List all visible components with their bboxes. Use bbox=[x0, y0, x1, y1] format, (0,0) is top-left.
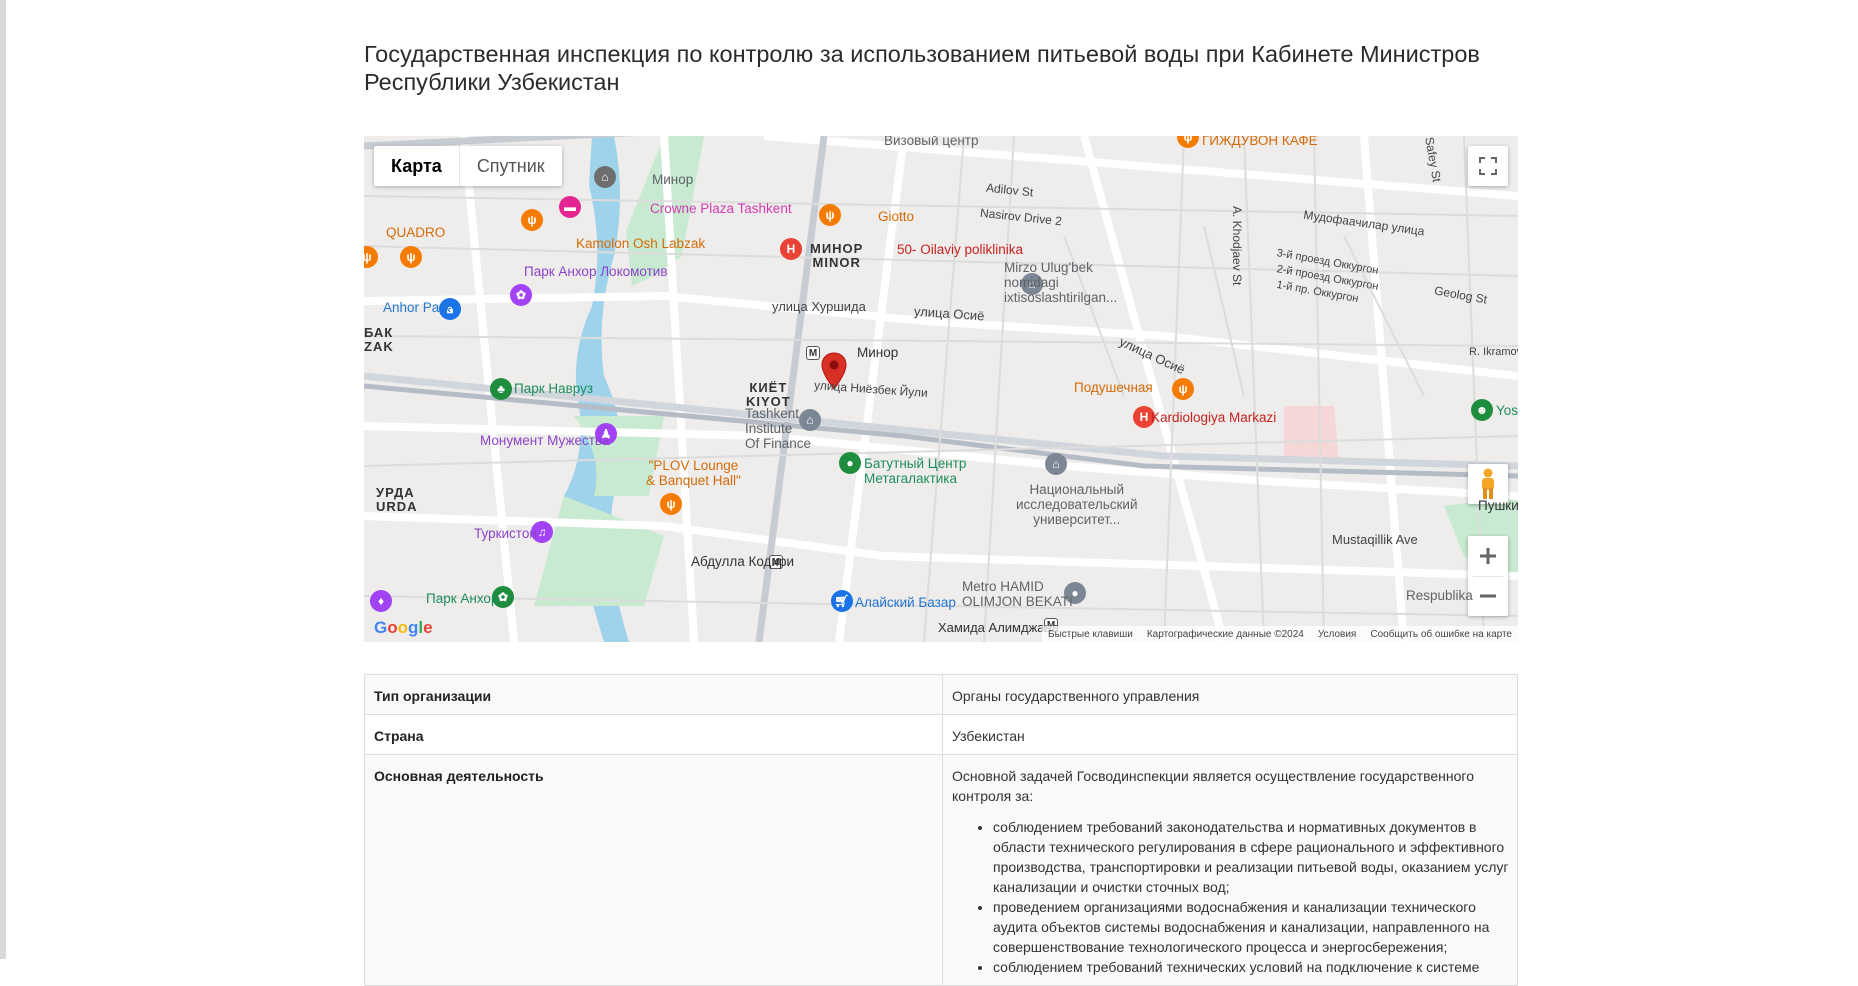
map-data-credit: Картографические данные ©2024 bbox=[1146, 628, 1304, 640]
label-mirzo-school: Mirzo Ulug'bek nomidagi ixtisoslashtiril… bbox=[1004, 260, 1118, 305]
label-metro-hamid: Metro HAMID OLIMJON BEKATI bbox=[962, 579, 1073, 609]
table-row: Страна Узбекистан bbox=[364, 714, 1518, 755]
plov-restaurant-icon: ψ bbox=[660, 493, 682, 515]
zoom-out-button[interactable] bbox=[1468, 576, 1508, 616]
label-giotto: Giotto bbox=[878, 209, 915, 224]
zoom-in-button[interactable] bbox=[1468, 536, 1508, 576]
report-map-error-link[interactable]: Сообщить об ошибке на карте bbox=[1370, 629, 1512, 640]
label-batut-center: Батутный Центр Метагалактика bbox=[864, 456, 967, 486]
label-park-navruz: Парк Навруз bbox=[514, 381, 594, 396]
label-abdulla-qodiri: Абдулла Кодири bbox=[691, 554, 795, 569]
row-value-main-activity: Основной задачей Госводинспекции являетс… bbox=[942, 754, 1518, 986]
label-turkiston: Туркистон bbox=[474, 526, 537, 541]
main-activity-list: соблюдением требований законодательства … bbox=[952, 817, 1509, 977]
map-tab-map[interactable]: Карта bbox=[374, 146, 460, 186]
map-type-switcher: Карта Спутник bbox=[374, 146, 562, 186]
label-yoshlik: Yoshlik bbox=[1496, 403, 1518, 418]
label-ikramov: R. Ikramov bbox=[1469, 346, 1518, 358]
label-quadro: QUADRO bbox=[386, 225, 446, 240]
yoshlik-icon: ☻ bbox=[1471, 399, 1493, 421]
row-key-country: Страна bbox=[364, 714, 943, 755]
label-hamida-alimjana: Хамида Алимджана bbox=[938, 620, 1059, 635]
label-mustaqillik: Mustaqillik Ave bbox=[1332, 532, 1418, 547]
label-crowne-plaza: Crowne Plaza Tashkent bbox=[650, 201, 792, 216]
label-visa-center: Визовый центр bbox=[884, 136, 979, 148]
plus-icon bbox=[1480, 547, 1496, 564]
fullscreen-icon bbox=[1479, 157, 1497, 175]
list-item: соблюдением требований законодательства … bbox=[993, 817, 1509, 897]
main-activity-intro: Основной задачей Госводинспекции являетс… bbox=[952, 768, 1474, 804]
keyboard-shortcuts-link[interactable]: Быстрые клавиши bbox=[1048, 629, 1133, 640]
row-key-org-type: Тип организации bbox=[364, 674, 943, 715]
label-park-lokomotiv: Парк Анхор Локомотив bbox=[524, 264, 668, 279]
row-key-main-activity: Основная деятельность bbox=[364, 754, 943, 986]
shopping-icon: 🛒︎ bbox=[831, 590, 853, 612]
label-khodjaev-st: A. Khodjaev St bbox=[1230, 206, 1244, 286]
map-widget[interactable]: Карта Спутник ⌂ ▬ ψ ψ ψ ψ H ψ ✿ ⌂ 🔒︎ ♣ ⌂… bbox=[364, 136, 1518, 642]
label-urda-district: УРДА URDA bbox=[376, 485, 418, 514]
label-minor-poi: Минор bbox=[652, 172, 694, 187]
restaurant-icon-quadro: ψ bbox=[400, 246, 422, 268]
label-khurshida: улица Хуршида bbox=[772, 299, 866, 314]
university-icon: ⌂ bbox=[1045, 453, 1067, 475]
fullscreen-button[interactable] bbox=[1468, 146, 1508, 186]
map-attribution-bar: Быстрые клавиши Картографические данные … bbox=[1042, 626, 1518, 642]
label-anhor-park: Anhor Park bbox=[383, 300, 451, 315]
metro-icon: M bbox=[806, 346, 820, 360]
table-row: Тип организации Органы государственного … bbox=[364, 674, 1518, 715]
label-poliklinika: 50- Oilaviy poliklinika bbox=[897, 242, 1024, 257]
label-kiyot-district: КИЁТ KIYOT bbox=[746, 380, 791, 409]
poi-minor-icon: ⌂ bbox=[594, 166, 616, 188]
label-tashkent-finance-institute: Tashkent Institute Of Finance bbox=[745, 406, 812, 451]
list-item: соблюдением требований технических услов… bbox=[993, 957, 1509, 977]
label-bak-district: БАК ZAK bbox=[364, 325, 394, 354]
google-logo[interactable]: Google bbox=[374, 618, 433, 638]
organization-info-table: Тип организации Органы государственного … bbox=[364, 674, 1518, 986]
restaurant-icon-giotto: ψ bbox=[819, 204, 841, 226]
hotel-icon: ▬ bbox=[559, 196, 581, 218]
label-kardiologiya: Kardiologiya Markazi bbox=[1151, 410, 1277, 425]
list-item: проведением организациями водоснабжения … bbox=[993, 897, 1509, 957]
terms-link[interactable]: Условия bbox=[1318, 629, 1357, 640]
restaurant-icon: ψ bbox=[521, 209, 543, 231]
minus-icon bbox=[1480, 594, 1496, 598]
row-value-org-type: Органы государственного управления bbox=[942, 674, 1518, 715]
label-kamolon: Kamolon Osh Labzak bbox=[576, 236, 706, 251]
hospital-area bbox=[1284, 406, 1339, 461]
label-park-anhor: Парк Анхор bbox=[426, 591, 499, 606]
table-row: Основная деятельность Основной задачей Г… bbox=[364, 754, 1518, 986]
hospital-icon: H bbox=[780, 238, 802, 260]
label-respublika: Respublika bbox=[1406, 588, 1473, 603]
park-lokomotiv-icon: ✿ bbox=[510, 284, 532, 306]
label-minor-metro: Минор bbox=[857, 345, 899, 360]
page-title: Государственная инспекция по контролю за… bbox=[364, 41, 1480, 95]
park-anhor-area bbox=[534, 496, 664, 606]
label-pushkin: Пушкин bbox=[1478, 498, 1518, 513]
label-monument: Монумент Мужества bbox=[480, 433, 610, 448]
venue-icon-edge: ♦ bbox=[370, 590, 392, 612]
restaurant-icon-podushka: ψ bbox=[1172, 378, 1194, 400]
label-gijduvon: ГИЖДУВОН КАФЕ bbox=[1202, 136, 1318, 148]
label-national-university: Национальный исследовательский университ… bbox=[1016, 482, 1138, 527]
left-scrollbar-edge bbox=[0, 0, 6, 959]
label-podushechnaya: Подушечная bbox=[1074, 380, 1153, 395]
map-tab-satellite[interactable]: Спутник bbox=[460, 146, 562, 186]
pegman-icon bbox=[1482, 468, 1494, 499]
trampoline-center-icon: ● bbox=[839, 452, 861, 474]
label-plov-lounge: "PLOV Lounge & Banquet Hall" bbox=[646, 458, 741, 488]
label-minor-district: МИНОР MINOR bbox=[810, 241, 864, 270]
park-navruz-icon: ♣ bbox=[490, 378, 512, 400]
zoom-control bbox=[1468, 536, 1508, 616]
label-alay-bazaar: Алайский Базар bbox=[855, 595, 956, 610]
row-value-country: Узбекистан bbox=[942, 714, 1518, 755]
